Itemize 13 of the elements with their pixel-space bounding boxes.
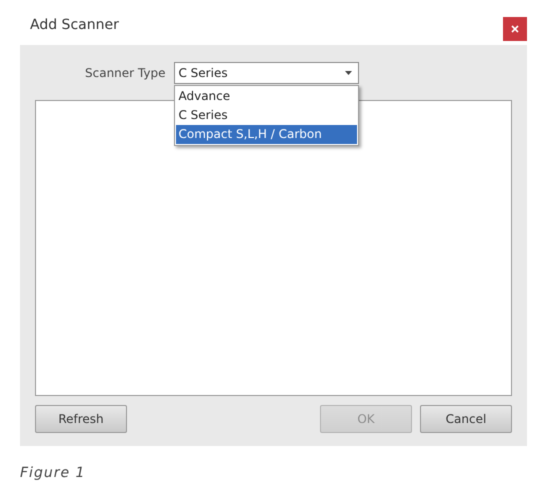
dropdown-option[interactable]: Compact S,L,H / Carbon (176, 125, 358, 144)
close-button[interactable] (503, 17, 527, 41)
close-icon (511, 25, 519, 33)
window-title: Add Scanner (30, 17, 119, 33)
dropdown-option[interactable]: C Series (176, 106, 358, 125)
dialog-button[interactable]: Cancel (420, 405, 512, 433)
scanner-type-label: Scanner Type (85, 66, 166, 80)
caret-icon (345, 71, 352, 75)
dropdown-option[interactable]: Advance (176, 87, 358, 106)
figure-caption: Figure 1 (20, 465, 86, 481)
dialog-button[interactable]: Refresh (35, 405, 127, 433)
scanner-list-box[interactable] (35, 100, 512, 396)
scanner-type-dropdown[interactable]: C Series (174, 62, 360, 84)
